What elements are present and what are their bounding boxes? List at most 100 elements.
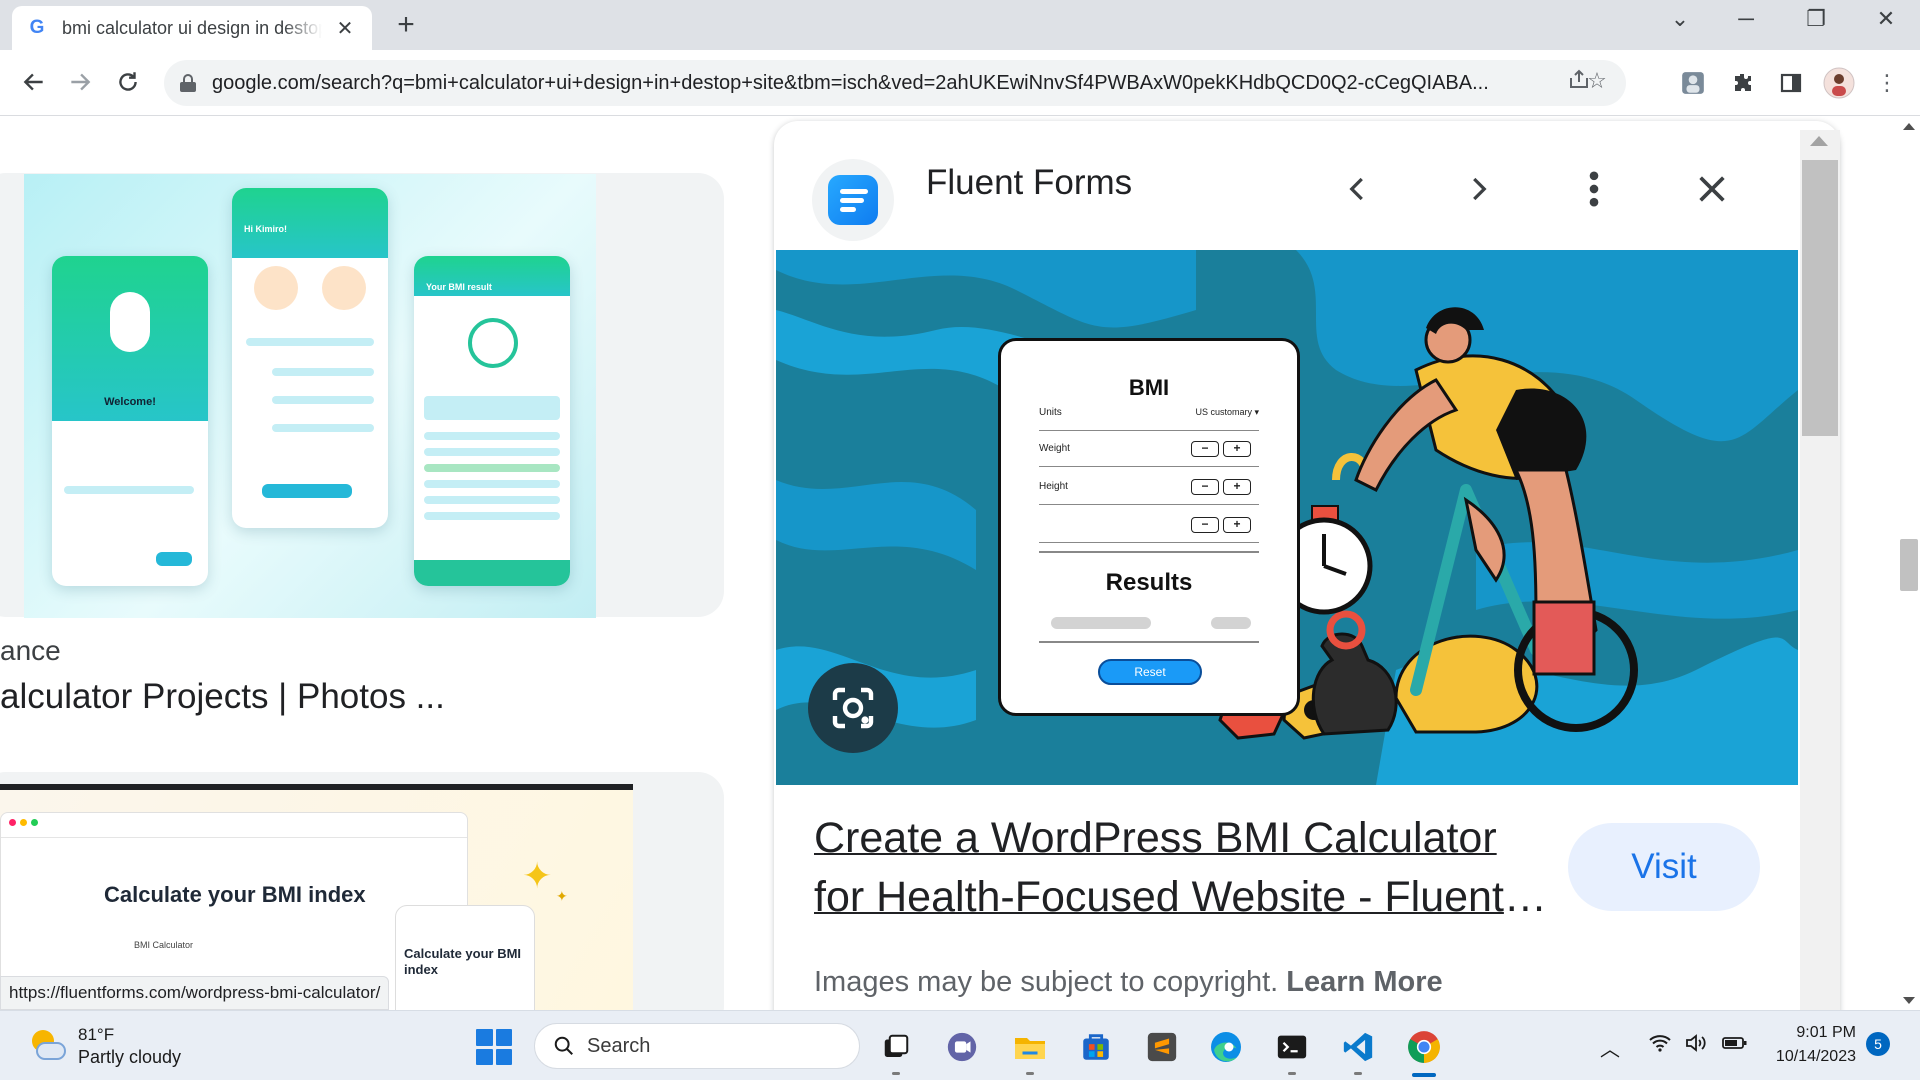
extra-row: − + <box>1039 507 1259 543</box>
weather-widget[interactable]: 81°F Partly cloudy <box>28 1025 181 1068</box>
profile-avatar[interactable] <box>1822 66 1856 100</box>
height-stepper: − + <box>1191 479 1251 495</box>
taskbar-search-box[interactable]: Search <box>534 1023 860 1069</box>
side-panel-icon[interactable] <box>1774 66 1808 100</box>
show-hidden-icons-chevron-icon[interactable]: ︿ <box>1600 1033 1620 1062</box>
tab-google-search[interactable]: G bmi calculator ui design in destop sit… <box>12 6 372 50</box>
mockup-heading: Calculate your BMI index <box>104 882 366 907</box>
clock-date: 10/14/2023 <box>1775 1048 1856 1065</box>
profile-extension-icon[interactable] <box>1676 66 1710 100</box>
forward-arrow-icon[interactable] <box>60 62 100 102</box>
extensions-puzzle-icon[interactable] <box>1726 66 1760 100</box>
bmi-form-illustration: BMI Units US customary ▾ Weight − + Heigh… <box>998 338 1300 716</box>
chrome-menu-kebab-icon[interactable]: ⋮ <box>1870 66 1904 100</box>
learn-more-link[interactable]: Learn More <box>1286 966 1442 998</box>
terminal-icon[interactable] <box>1270 1025 1314 1075</box>
sublime-text-icon[interactable] <box>1140 1025 1184 1069</box>
link-status-bubble: https://fluentforms.com/wordpress-bmi-ca… <box>0 976 390 1010</box>
battery-icon[interactable] <box>1722 1033 1748 1059</box>
preview-image[interactable]: BMI Units US customary ▾ Weight − + Heigh… <box>776 250 1798 785</box>
result-thumbnail-bmi-app[interactable]: Welcome! Hi Kimiro! Your BMI result <box>24 174 596 618</box>
tab-close-icon[interactable]: ✕ <box>332 16 358 41</box>
image-preview-panel: Fluent Forms BMI Units US customary ▾ We… <box>774 121 1840 1021</box>
weight-label: Weight <box>1039 443 1070 454</box>
units-row: Units US customary ▾ <box>1039 395 1259 431</box>
system-clock[interactable]: 9:01 PM 10/14/2023 <box>1760 1021 1856 1069</box>
windows-start-icon[interactable] <box>476 1029 512 1065</box>
panel-scroll-up-icon[interactable] <box>1810 136 1828 146</box>
mockup-subtitle: BMI Calculator <box>134 940 194 950</box>
notification-badge[interactable]: 5 <box>1866 1032 1890 1056</box>
units-label: Units <box>1039 407 1062 418</box>
partly-cloudy-icon <box>28 1028 66 1066</box>
height-row: Height − + <box>1039 469 1259 505</box>
url-text[interactable]: google.com/search?q=bmi+calculator+ui+de… <box>212 72 1572 95</box>
result-1-source[interactable]: ance <box>0 635 61 667</box>
reload-icon[interactable] <box>108 62 148 102</box>
weight-stepper: − + <box>1191 441 1251 457</box>
mockup-result-text: Your BMI result <box>426 282 492 292</box>
vscode-icon[interactable] <box>1336 1025 1380 1075</box>
panel-scrollbar[interactable] <box>1800 130 1840 1010</box>
copyright-notice: Images may be subject to copyright. Lear… <box>814 966 1443 999</box>
screen: G bmi calculator ui design in destop sit… <box>0 0 1920 1080</box>
task-view-icon[interactable] <box>874 1025 918 1075</box>
page-scroll-up-icon[interactable] <box>1903 123 1915 130</box>
fluent-forms-logo[interactable] <box>812 159 894 241</box>
mockup-phone: Calculate your BMI index <box>395 905 535 1010</box>
tab-search-chevron-icon[interactable]: ⌄ <box>1660 6 1700 32</box>
mockup-phone-gender: Hi Kimiro! <box>232 188 388 528</box>
result-1-title[interactable]: alculator Projects | Photos ... <box>0 677 445 717</box>
extra-stepper: − + <box>1191 517 1251 533</box>
mockup-phone-result: Your BMI result <box>414 256 570 586</box>
back-arrow-icon[interactable] <box>14 62 54 102</box>
mockup-phone-welcome: Welcome! <box>52 256 208 586</box>
restore-icon[interactable]: ❐ <box>1796 6 1836 32</box>
page-scrollbar[interactable] <box>1898 117 1920 1010</box>
page-scroll-down-icon[interactable] <box>1903 997 1915 1004</box>
mockup-hi-text: Hi Kimiro! <box>244 224 288 234</box>
windows-taskbar: 81°F Partly cloudy Search ︿ 9:01 PM 10/1… <box>0 1010 1920 1080</box>
clock-time: 9:01 PM <box>1796 1024 1856 1041</box>
address-bar[interactable]: google.com/search?q=bmi+calculator+ui+de… <box>164 60 1626 106</box>
next-chevron-icon[interactable] <box>1450 161 1506 217</box>
volume-icon[interactable] <box>1684 1033 1708 1059</box>
results-label: Results <box>1105 569 1193 596</box>
new-tab-plus-icon[interactable]: + <box>390 8 422 42</box>
microsoft-store-icon[interactable] <box>1074 1025 1118 1069</box>
panel-scroll-thumb[interactable] <box>1802 160 1838 436</box>
close-window-icon[interactable]: ✕ <box>1866 6 1906 32</box>
visit-button[interactable]: Visit <box>1568 823 1760 911</box>
minimize-icon[interactable]: ─ <box>1726 6 1766 32</box>
units-value: US customary ▾ <box>1195 407 1259 417</box>
result-title-link[interactable]: Create a WordPress BMI Calculator for He… <box>814 809 1554 927</box>
bookmark-star-icon[interactable]: ☆ <box>1582 68 1612 98</box>
mockup-welcome-text: Welcome! <box>104 396 156 408</box>
more-options-kebab-icon[interactable] <box>1566 161 1622 217</box>
wifi-icon[interactable] <box>1648 1033 1672 1059</box>
chrome-icon[interactable] <box>1402 1025 1446 1077</box>
google-favicon-icon: G <box>29 17 45 38</box>
taskbar-search-label: Search <box>587 1034 651 1057</box>
lock-icon[interactable] <box>180 74 196 92</box>
weight-row: Weight − + <box>1039 431 1259 467</box>
browser-toolbar: google.com/search?q=bmi+calculator+ui+de… <box>0 50 1920 116</box>
result-title-line-2[interactable]: for Health-Focused Website - Fluent Form… <box>814 868 1554 927</box>
google-lens-camera-icon[interactable] <box>808 663 898 753</box>
teams-chat-icon[interactable] <box>940 1025 984 1069</box>
file-explorer-icon[interactable] <box>1008 1025 1052 1075</box>
height-label: Height <box>1039 481 1068 492</box>
small-sparkle-icon: ✦ <box>556 888 568 904</box>
tab-strip: G bmi calculator ui design in destop sit… <box>0 0 1920 50</box>
edge-browser-icon[interactable] <box>1204 1025 1248 1069</box>
panel-header: Fluent Forms <box>774 121 1840 249</box>
page-scroll-thumb[interactable] <box>1900 539 1918 591</box>
reset-button-illustration: Reset <box>1098 659 1202 685</box>
close-panel-icon[interactable] <box>1684 161 1740 217</box>
copyright-text: Images may be subject to copyright. <box>814 966 1279 998</box>
previous-chevron-icon[interactable] <box>1330 161 1386 217</box>
mockup-phone-text: Calculate your BMI index <box>404 946 522 977</box>
result-title-line-1[interactable]: Create a WordPress BMI Calculator <box>814 809 1554 868</box>
weather-temperature: 81°F <box>78 1025 115 1044</box>
site-name[interactable]: Fluent Forms <box>926 163 1132 203</box>
